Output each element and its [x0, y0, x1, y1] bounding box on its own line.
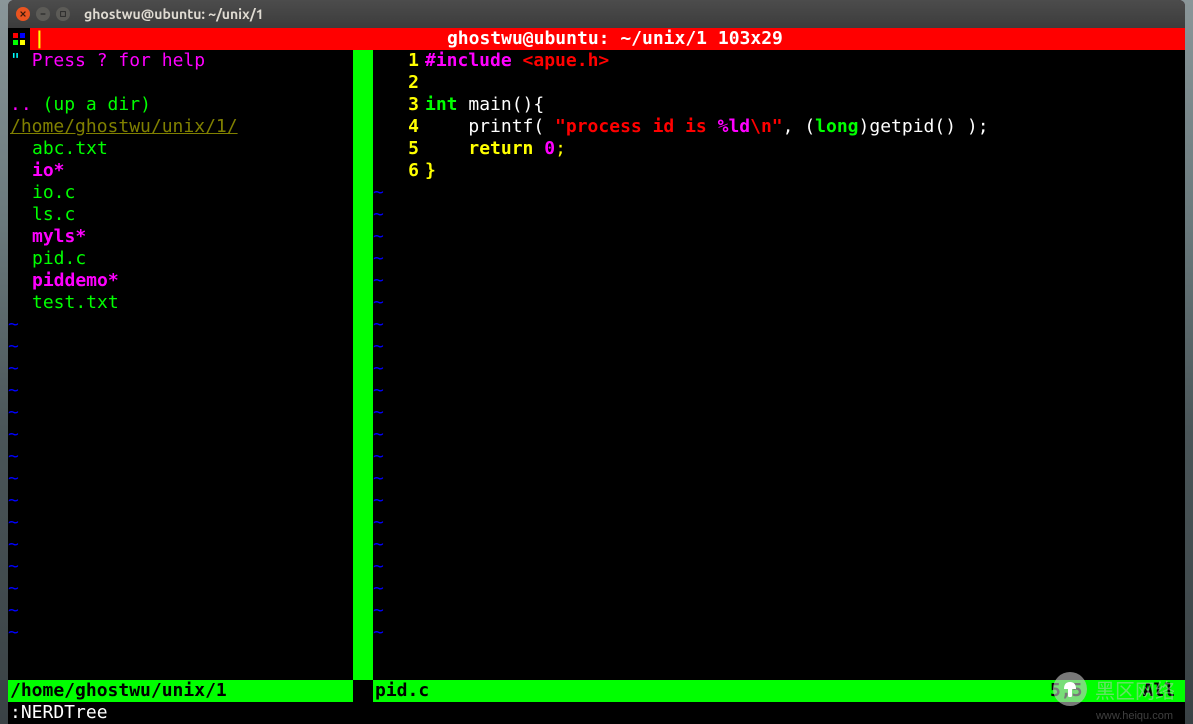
code-content[interactable]: #include <apue.h> int main(){ printf( "p…	[425, 50, 1185, 680]
empty-line-tilde: ~	[8, 358, 353, 380]
empty-line-tilde: ~	[8, 446, 353, 468]
watermark: 黑区网络	[1053, 672, 1175, 706]
buffer-title: ghostwu@ubuntu: ~/unix/1 103x29	[45, 28, 1185, 50]
nerdtree-path[interactable]: /home/ghostwu/unix/1/	[10, 116, 353, 138]
nerdtree-file[interactable]: abc.txt	[10, 138, 353, 160]
status-filename: pid.c	[375, 680, 429, 702]
tab-icon	[8, 28, 30, 50]
tab-divider: |	[30, 28, 45, 50]
nerdtree-updir[interactable]: .. (up a dir)	[10, 94, 353, 116]
empty-line-tilde: ~	[8, 424, 353, 446]
empty-line-tilde: ~	[8, 512, 353, 534]
empty-line-tilde: ~	[373, 622, 1185, 644]
vim-tabline: | ghostwu@ubuntu: ~/unix/1 103x29	[8, 28, 1185, 50]
empty-line-tilde: ~	[8, 622, 353, 644]
empty-line-tilde: ~	[8, 468, 353, 490]
vertical-split[interactable]	[353, 50, 373, 680]
status-line: /home/ghostwu/unix/1 pid.c 5,5 All	[8, 680, 1185, 702]
titlebar[interactable]: ghostwu@ubuntu: ~/unix/1	[8, 0, 1185, 28]
close-icon[interactable]	[16, 7, 30, 21]
empty-line-tilde: ~	[8, 534, 353, 556]
empty-line-tilde: ~	[373, 446, 1185, 468]
empty-line-tilde: ~	[8, 578, 353, 600]
empty-line-tilde: ~	[373, 402, 1185, 424]
nerdtree-panel[interactable]: " Press ? for help .. (up a dir) /home/g…	[8, 50, 353, 680]
nerdtree-file[interactable]: io*	[10, 160, 353, 182]
maximize-icon[interactable]	[56, 7, 70, 21]
mushroom-icon	[1053, 672, 1087, 706]
empty-line-tilde: ~	[373, 490, 1185, 512]
status-left: /home/ghostwu/unix/1	[8, 680, 353, 702]
editor-body: " Press ? for help .. (up a dir) /home/g…	[8, 50, 1185, 680]
empty-line-tilde: ~	[373, 600, 1185, 622]
watermark-url: www.heiqu.com	[1096, 710, 1173, 722]
empty-line-tilde: ~	[373, 314, 1185, 336]
empty-line-tilde: ~	[8, 336, 353, 358]
nerdtree-file[interactable]: piddemo*	[10, 270, 353, 292]
empty-line-tilde: ~	[373, 468, 1185, 490]
empty-line-tilde: ~	[8, 556, 353, 578]
empty-line-tilde: ~	[373, 534, 1185, 556]
empty-line-tilde: ~	[373, 556, 1185, 578]
empty-line-tilde: ~	[8, 600, 353, 622]
window-title: ghostwu@ubuntu: ~/unix/1	[84, 6, 264, 22]
empty-line-tilde: ~	[373, 358, 1185, 380]
empty-line-tilde: ~	[373, 336, 1185, 358]
code-line[interactable]: int main(){	[425, 94, 1185, 116]
command-line[interactable]: :NERDTree	[8, 702, 1185, 724]
empty-line-tilde: ~	[8, 490, 353, 512]
empty-line-tilde: ~	[373, 380, 1185, 402]
code-line[interactable]: return 0;	[425, 138, 1185, 160]
nerdtree-file[interactable]: pid.c	[10, 248, 353, 270]
code-line[interactable]: }	[425, 160, 1185, 182]
empty-line-tilde: ~	[373, 204, 1185, 226]
empty-line-tilde: ~	[373, 182, 1185, 204]
empty-line-tilde: ~	[373, 226, 1185, 248]
empty-line-tilde: ~	[373, 578, 1185, 600]
empty-line-tilde: ~	[373, 248, 1185, 270]
minimize-icon[interactable]	[36, 7, 50, 21]
empty-line-tilde: ~	[373, 270, 1185, 292]
empty-line-tilde: ~	[8, 314, 353, 336]
nerdtree-file[interactable]: myls*	[10, 226, 353, 248]
empty-line-tilde: ~	[373, 292, 1185, 314]
empty-line-tilde: ~	[8, 380, 353, 402]
nerdtree-file[interactable]: test.txt	[10, 292, 353, 314]
code-line[interactable]	[425, 72, 1185, 94]
code-pane[interactable]: 123456 #include <apue.h> int main(){ pri…	[373, 50, 1185, 680]
code-line[interactable]: printf( "process id is %ld\n", (long)get…	[425, 116, 1185, 138]
nerdtree-file[interactable]: ls.c	[10, 204, 353, 226]
empty-line-tilde: ~	[373, 424, 1185, 446]
empty-line-tilde: ~	[373, 512, 1185, 534]
empty-line-tilde: ~	[8, 402, 353, 424]
code-line[interactable]: #include <apue.h>	[425, 50, 1185, 72]
nerdtree-help: " Press ? for help	[10, 50, 353, 72]
terminal-window: ghostwu@ubuntu: ~/unix/1 | ghostwu@ubunt…	[8, 0, 1185, 724]
nerdtree-file[interactable]: io.c	[10, 182, 353, 204]
